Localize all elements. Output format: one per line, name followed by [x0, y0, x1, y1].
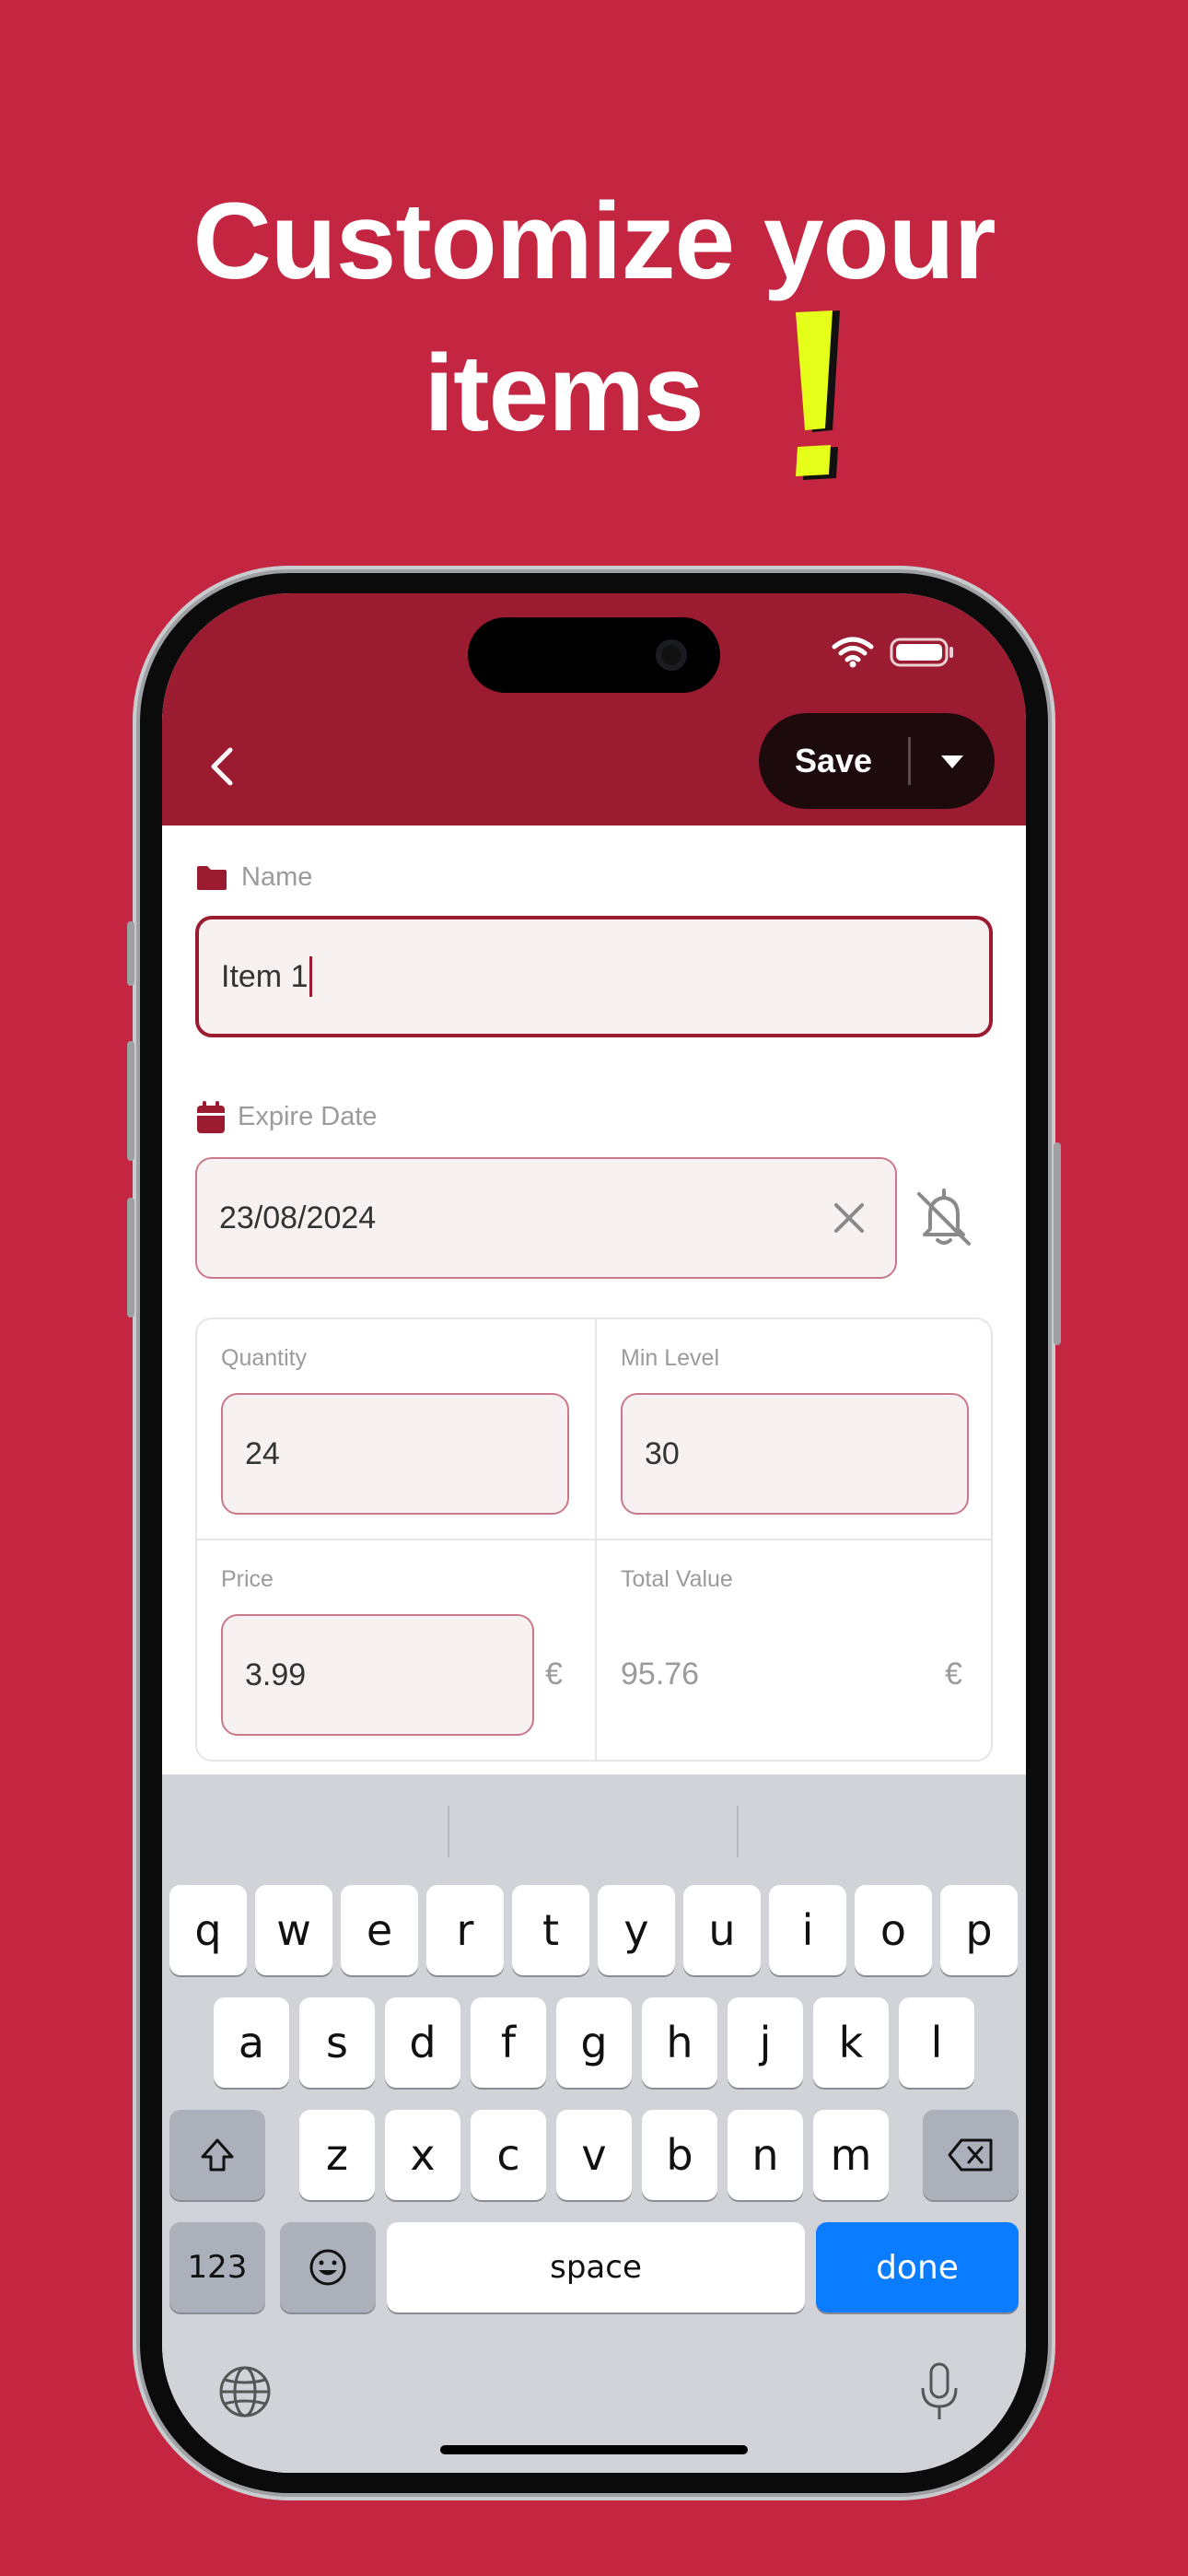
key-a[interactable]: a: [214, 1997, 289, 2088]
battery-icon: [890, 638, 953, 667]
headline: Customize your items: [0, 166, 1188, 470]
save-button-group: Save: [759, 713, 995, 809]
price-currency: €: [545, 1657, 563, 1692]
key-y[interactable]: y: [598, 1885, 675, 1975]
phone-power-button: [1054, 1142, 1061, 1345]
key-l[interactable]: l: [899, 1997, 974, 2088]
calendar-icon: [197, 1101, 225, 1133]
shift-key[interactable]: [169, 2110, 265, 2200]
min-level-input[interactable]: 30: [621, 1393, 969, 1515]
delete-key[interactable]: [923, 2110, 1019, 2200]
key-o[interactable]: o: [855, 1885, 932, 1975]
microphone-icon[interactable]: [917, 2360, 961, 2423]
total-currency: €: [945, 1657, 962, 1692]
phone-action-button: [127, 921, 134, 986]
key-s[interactable]: s: [299, 1997, 375, 2088]
card-divider-horizontal: [197, 1539, 991, 1540]
exclamation-icon: [796, 310, 840, 480]
total-value: 95.76: [621, 1657, 700, 1692]
min-level-label: Min Level: [621, 1345, 719, 1371]
total-value-label: Total Value: [621, 1566, 733, 1592]
chevron-down-icon[interactable]: [934, 750, 971, 772]
quantity-label: Quantity: [221, 1345, 308, 1371]
status-icons: [832, 637, 953, 668]
key-t[interactable]: t: [512, 1885, 589, 1975]
top-bar: Save: [162, 593, 1026, 825]
emoji-key[interactable]: [280, 2222, 376, 2313]
globe-icon[interactable]: [217, 2364, 273, 2419]
phone-screen: Save Name Item 1 Expire Date 23/08/2024: [162, 593, 1026, 2473]
quantity-value: 24: [245, 1435, 280, 1471]
save-button[interactable]: Save: [759, 713, 908, 809]
name-value: Item 1: [221, 958, 309, 994]
key-i[interactable]: i: [769, 1885, 846, 1975]
expire-date-label: Expire Date: [238, 1102, 378, 1131]
key-u[interactable]: u: [683, 1885, 761, 1975]
expire-date-value: 23/08/2024: [219, 1200, 377, 1235]
key-x[interactable]: x: [385, 2110, 460, 2200]
folder-icon: [197, 866, 227, 890]
quantity-card: Quantity 24 Min Level 30 Price 3.99 € To…: [195, 1317, 993, 1762]
key-g[interactable]: g: [556, 1997, 632, 2088]
wifi-icon: [832, 637, 874, 668]
key-m[interactable]: m: [813, 2110, 889, 2200]
shift-icon: [201, 2138, 234, 2172]
save-divider: [908, 737, 911, 785]
keyboard: q w e r t y u i o p a s d f g h j k l z …: [162, 1774, 1026, 2473]
key-h[interactable]: h: [642, 1997, 717, 2088]
back-arrow-icon[interactable]: [199, 741, 250, 792]
key-r[interactable]: r: [426, 1885, 504, 1975]
key-z[interactable]: z: [299, 2110, 375, 2200]
key-f[interactable]: f: [471, 1997, 546, 2088]
text-cursor: [309, 956, 313, 997]
key-w[interactable]: w: [255, 1885, 332, 1975]
key-d[interactable]: d: [385, 1997, 460, 2088]
price-label: Price: [221, 1566, 274, 1592]
key-c[interactable]: c: [471, 2110, 546, 2200]
key-p[interactable]: p: [940, 1885, 1018, 1975]
name-input[interactable]: Item 1: [195, 916, 993, 1037]
suggestion-divider: [448, 1806, 449, 1857]
price-value: 3.99: [245, 1657, 307, 1692]
name-label: Name: [241, 862, 313, 892]
emoji-icon: [309, 2249, 346, 2286]
backspace-icon: [948, 2138, 993, 2172]
bell-off-icon[interactable]: [912, 1187, 976, 1249]
quantity-input[interactable]: 24: [221, 1393, 569, 1515]
camera-icon: [656, 639, 687, 671]
key-j[interactable]: j: [728, 1997, 803, 2088]
suggestion-divider: [737, 1806, 739, 1857]
headline-line-1: Customize your: [192, 181, 996, 302]
headline-line-2: items: [424, 333, 704, 454]
key-v[interactable]: v: [556, 2110, 632, 2200]
item-form: Name Item 1 Expire Date 23/08/2024 Quant…: [162, 825, 1026, 1774]
key-q[interactable]: q: [169, 1885, 247, 1975]
key-e[interactable]: e: [341, 1885, 418, 1975]
numbers-key[interactable]: 123: [169, 2222, 265, 2313]
phone-volume-up: [127, 1041, 134, 1161]
key-n[interactable]: n: [728, 2110, 803, 2200]
space-key[interactable]: space: [387, 2222, 805, 2313]
key-k[interactable]: k: [813, 1997, 889, 2088]
price-input[interactable]: 3.99: [221, 1614, 534, 1736]
expire-date-input[interactable]: 23/08/2024: [195, 1157, 897, 1279]
phone-volume-down: [127, 1198, 134, 1317]
clear-icon[interactable]: [831, 1200, 868, 1236]
key-b[interactable]: b: [642, 2110, 717, 2200]
done-key[interactable]: done: [816, 2222, 1019, 2313]
min-level-value: 30: [645, 1435, 680, 1471]
home-indicator: [440, 2445, 748, 2454]
